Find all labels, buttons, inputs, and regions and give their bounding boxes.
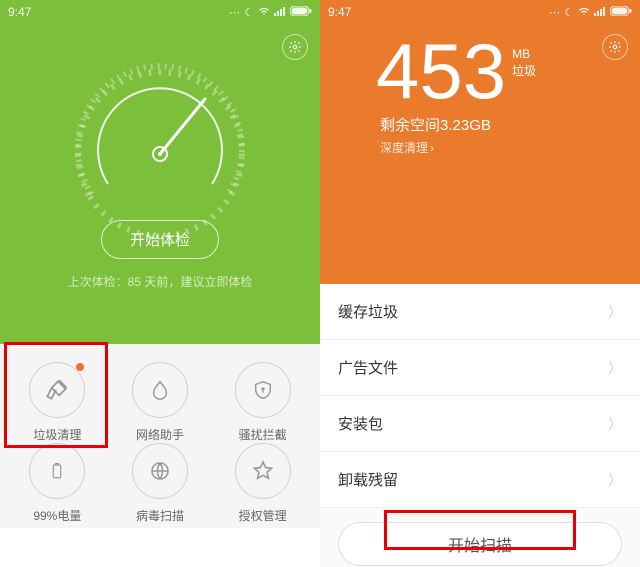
moon-icon: ☾ xyxy=(244,6,254,19)
cleanup-list: 缓存垃圾 〉 广告文件 〉 安装包 〉 卸载残留 〉 xyxy=(320,284,640,508)
dots-icon: ⋯ xyxy=(549,6,560,19)
settings-button[interactable] xyxy=(602,34,628,60)
star-icon xyxy=(235,443,291,499)
settings-button[interactable] xyxy=(282,34,308,60)
battery-icon xyxy=(610,6,632,19)
drop-icon xyxy=(132,362,188,418)
tool-label: 病毒扫描 xyxy=(136,507,184,524)
shield-icon xyxy=(235,362,291,418)
chevron-right-icon: › xyxy=(430,141,434,155)
chevron-right-icon: 〉 xyxy=(608,414,622,434)
list-item-label: 安装包 xyxy=(338,413,383,434)
status-time: 9:47 xyxy=(8,5,31,19)
signal-icon xyxy=(274,6,286,19)
scan-button-area: 开始扫描 xyxy=(320,508,640,567)
battery-icon xyxy=(29,443,85,499)
deep-clean-link[interactable]: 深度清理 › xyxy=(380,139,434,156)
tool-permissions[interactable]: 授权管理 xyxy=(211,443,314,524)
last-check-text: 上次体检：85 天前，建议立即体检 xyxy=(68,273,253,290)
signal-icon xyxy=(594,6,606,19)
status-time: 9:47 xyxy=(328,5,351,19)
tool-block-harass[interactable]: 骚扰拦截 xyxy=(211,362,314,443)
tool-label: 99%电量 xyxy=(33,507,81,524)
tool-label: 授权管理 xyxy=(239,507,287,524)
gauge xyxy=(60,44,260,244)
chevron-right-icon: 〉 xyxy=(608,302,622,322)
gear-icon xyxy=(608,40,622,54)
chevron-right-icon: 〉 xyxy=(608,358,622,378)
wifi-icon xyxy=(578,6,590,19)
dots-icon: ⋯ xyxy=(229,6,240,19)
cleaner-hero: 453 MB 垃圾 剩余空间3.23GB 深度清理 › xyxy=(320,24,640,284)
list-item-label: 广告文件 xyxy=(338,357,398,378)
list-item-label: 缓存垃圾 xyxy=(338,301,398,322)
list-item-ads[interactable]: 广告文件 〉 xyxy=(320,340,640,396)
status-icons: ⋯ ☾ xyxy=(229,6,312,19)
battery-icon xyxy=(290,6,312,19)
free-space-text: 剩余空间3.23GB xyxy=(380,114,624,135)
broom-icon xyxy=(29,362,85,418)
list-item-cache[interactable]: 缓存垃圾 〉 xyxy=(320,284,640,340)
trash-value: 453 xyxy=(376,32,506,110)
phone-cleaner: 9:47 ⋯ ☾ 453 MB 垃圾 剩余空间3.23G xyxy=(320,0,640,567)
tools-grid: 垃圾清理 网络助手 骚扰拦截 99%电量 病毒扫描 xyxy=(0,344,320,528)
moon-icon: ☾ xyxy=(564,6,574,19)
tool-label: 垃圾清理 xyxy=(33,426,81,443)
notification-dot-icon xyxy=(76,363,84,371)
wifi-icon xyxy=(258,6,270,19)
tool-trash-clean[interactable]: 垃圾清理 xyxy=(6,362,109,443)
deep-clean-label: 深度清理 xyxy=(380,139,428,156)
status-icons: ⋯ ☾ xyxy=(549,6,632,19)
phone-security-center: 9:47 ⋯ ☾ xyxy=(0,0,320,567)
status-bar: 9:47 ⋯ ☾ xyxy=(0,0,320,24)
tool-virus-scan[interactable]: 病毒扫描 xyxy=(109,443,212,524)
start-scan-button[interactable]: 开始扫描 xyxy=(338,522,622,566)
security-hero: 开始体检 上次体检：85 天前，建议立即体检 xyxy=(0,24,320,344)
trash-amount: 453 MB 垃圾 xyxy=(376,32,624,110)
tool-battery[interactable]: 99%电量 xyxy=(6,443,109,524)
status-bar: 9:47 ⋯ ☾ xyxy=(320,0,640,24)
list-item-residual[interactable]: 卸载残留 〉 xyxy=(320,452,640,508)
trash-unit: MB xyxy=(512,46,536,63)
tool-network-assist[interactable]: 网络助手 xyxy=(109,362,212,443)
list-item-apk[interactable]: 安装包 〉 xyxy=(320,396,640,452)
trash-label: 垃圾 xyxy=(512,63,536,80)
chevron-right-icon: 〉 xyxy=(608,470,622,490)
scan-icon xyxy=(132,443,188,499)
gear-icon xyxy=(288,40,302,54)
tool-label: 骚扰拦截 xyxy=(239,426,287,443)
list-item-label: 卸载残留 xyxy=(338,469,398,490)
tool-label: 网络助手 xyxy=(136,426,184,443)
